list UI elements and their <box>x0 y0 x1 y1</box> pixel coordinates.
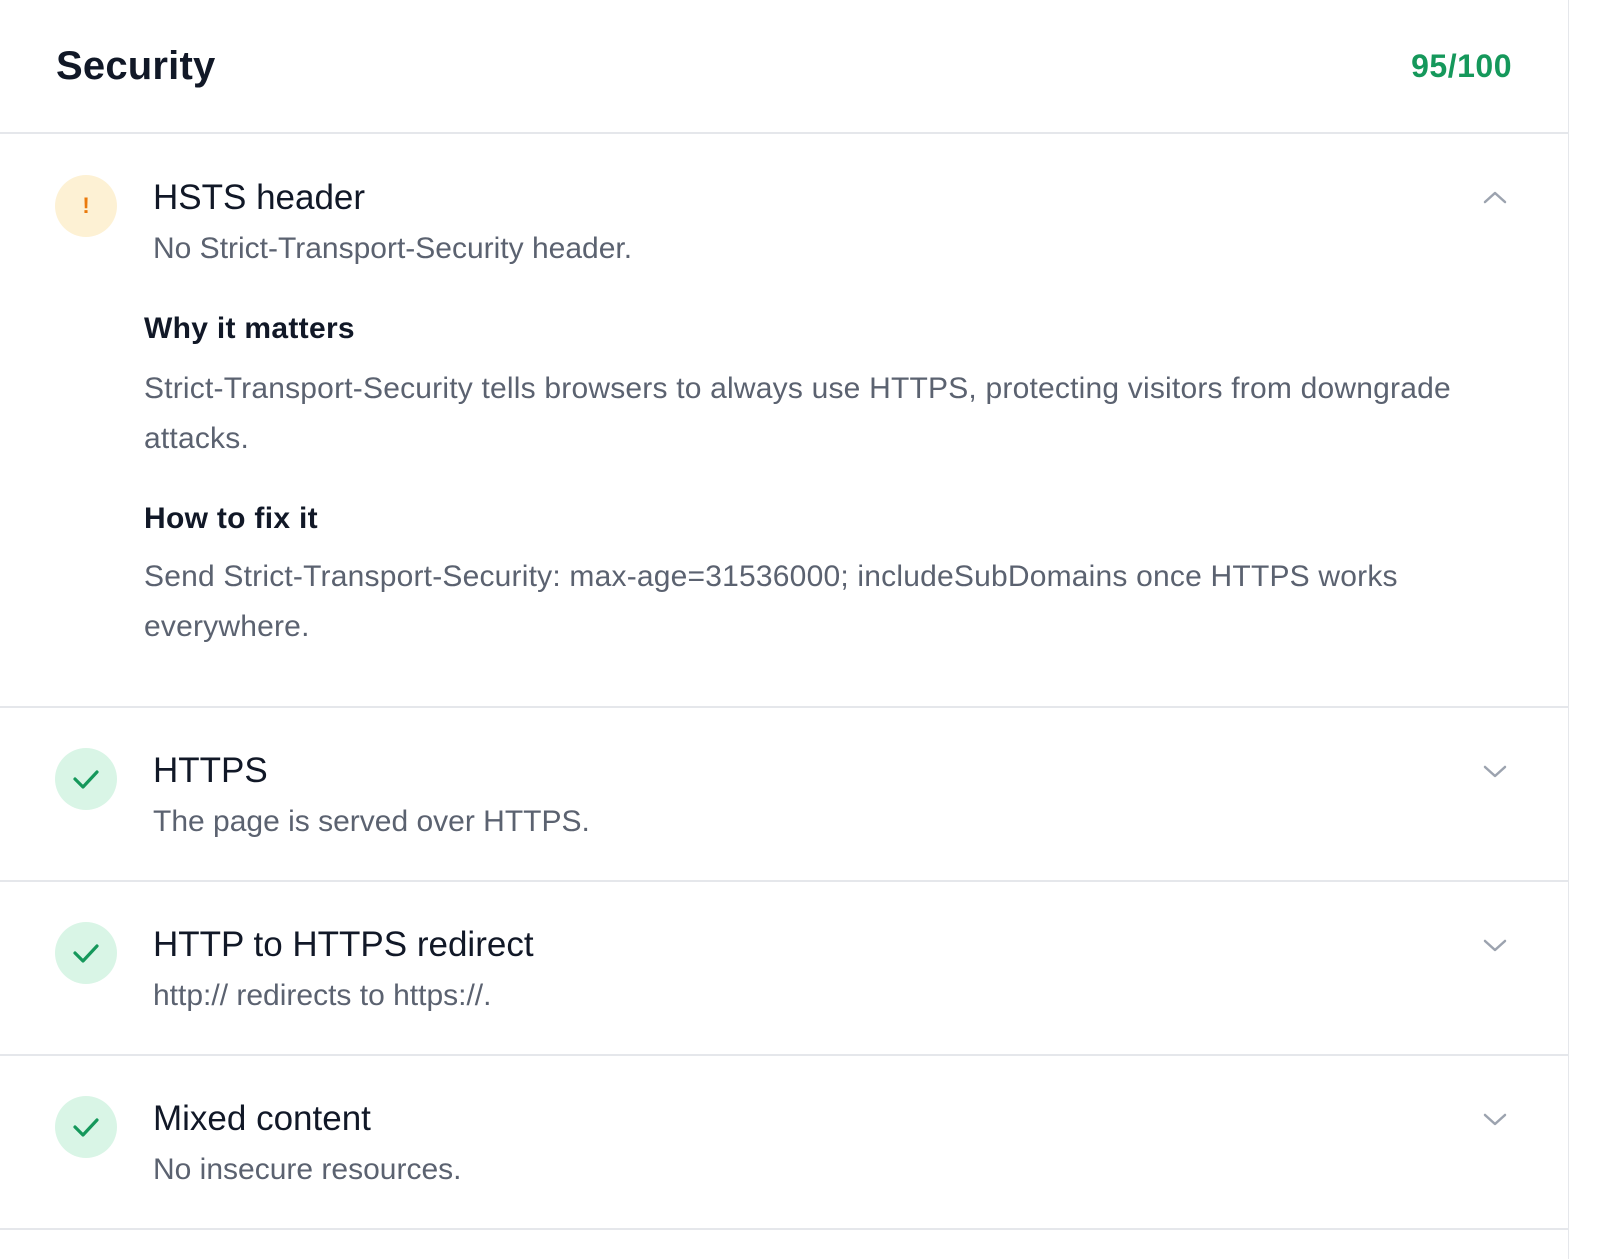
check-toggle-mixed-content[interactable]: Mixed content No insecure resources. <box>0 1056 1568 1228</box>
check-toggle-https[interactable]: HTTPS The page is served over HTTPS. <box>0 708 1568 880</box>
why-it-matters-heading: Why it matters <box>144 312 355 345</box>
check-text: HTTPS The page is served over HTTPS. <box>153 751 590 839</box>
check-summary: No Strict-Transport-Security header. <box>153 232 633 265</box>
warning-status-icon: ! <box>55 175 117 237</box>
check-item-redirect: HTTP to HTTPS redirect http:// redirects… <box>0 882 1568 1056</box>
check-icon <box>73 1118 99 1137</box>
check-title: HSTS header <box>153 178 366 217</box>
chevron-up-icon[interactable] <box>1482 184 1508 210</box>
check-title: HTTPS <box>153 751 268 790</box>
chevron-down-icon[interactable] <box>1482 758 1508 784</box>
check-toggle-redirect[interactable]: HTTP to HTTPS redirect http:// redirects… <box>0 882 1568 1054</box>
chevron-down-icon[interactable] <box>1482 1106 1508 1132</box>
panel-title: Security <box>56 43 216 88</box>
check-icon <box>73 770 99 789</box>
pass-status-icon <box>55 748 117 810</box>
check-details: Why it matters Strict-Transport-Security… <box>144 312 1504 652</box>
check-text: HSTS header No Strict-Transport-Security… <box>153 178 632 266</box>
check-summary: No insecure resources. <box>153 1153 462 1186</box>
check-item-mixed-content: Mixed content No insecure resources. <box>0 1056 1568 1230</box>
check-item-hsts: ! HSTS header No Strict-Transport-Securi… <box>0 134 1568 708</box>
pass-status-icon <box>55 922 117 984</box>
pass-status-icon <box>55 1096 117 1158</box>
chevron-down-icon[interactable] <box>1482 932 1508 958</box>
how-to-fix-heading: How to fix it <box>144 502 318 535</box>
check-summary: http:// redirects to https://. <box>153 979 492 1012</box>
check-text: Mixed content No insecure resources. <box>153 1099 461 1187</box>
panel-header: Security 95/100 <box>0 0 1568 134</box>
check-item-https: HTTPS The page is served over HTTPS. <box>0 708 1568 882</box>
check-icon <box>73 944 99 963</box>
security-panel: Security 95/100 ! HSTS header No Strict-… <box>0 0 1569 1259</box>
exclamation-icon: ! <box>82 193 90 218</box>
check-title: Mixed content <box>153 1099 371 1138</box>
how-to-fix-text: Send Strict-Transport-Security: max-age=… <box>144 560 1398 643</box>
security-score: 95/100 <box>1411 47 1512 84</box>
check-text: HTTP to HTTPS redirect http:// redirects… <box>153 925 534 1013</box>
why-it-matters-text: Strict-Transport-Security tells browsers… <box>144 372 1451 455</box>
check-summary: The page is served over HTTPS. <box>153 805 590 838</box>
check-toggle-hsts[interactable]: ! HSTS header No Strict-Transport-Securi… <box>0 134 1568 284</box>
check-title: HTTP to HTTPS redirect <box>153 925 534 964</box>
